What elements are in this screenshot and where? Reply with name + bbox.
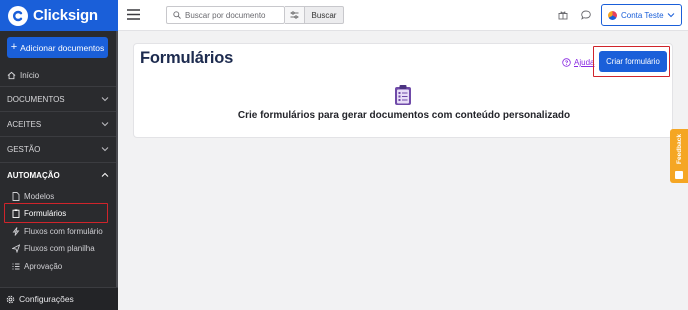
feedback-tab[interactable]: Feedback <box>670 129 688 183</box>
sidebar-item-settings[interactable]: Configurações <box>0 287 118 310</box>
feedback-label: Feedback <box>675 134 683 164</box>
sidebar-item-label: Aprovação <box>24 261 63 271</box>
sidebar: Clicksign + Adicionar documentos Início … <box>0 0 118 310</box>
chevron-down-icon <box>101 97 109 102</box>
page-title: Formulários <box>140 49 234 67</box>
home-icon <box>7 71 16 79</box>
clicksign-logo-icon <box>8 5 28 26</box>
divider <box>0 136 118 137</box>
bolt-icon <box>12 226 20 236</box>
chat-bubble-icon[interactable] <box>581 10 591 20</box>
plus-icon: + <box>10 41 18 53</box>
help-link[interactable]: Ajuda <box>562 58 594 67</box>
sidebar-section-documentos[interactable]: DOCUMENTOS <box>0 92 118 106</box>
sidebar-section-automacao[interactable]: AUTOMAÇÃO <box>0 168 118 182</box>
sidebar-item-fluxos-planilha[interactable]: Fluxos com planilha <box>12 241 112 255</box>
document-icon <box>12 191 20 201</box>
hamburger-menu-icon[interactable] <box>127 9 140 20</box>
form-clipboard-illustration-icon <box>395 85 411 105</box>
help-label: Ajuda <box>574 58 595 67</box>
search-button[interactable]: Buscar <box>305 6 344 24</box>
chevron-up-icon <box>101 172 109 177</box>
search-input[interactable]: Buscar por documento <box>166 6 285 24</box>
sidebar-item-label: Modelos <box>24 191 55 201</box>
feedback-icon <box>675 171 683 179</box>
account-label: Conta Teste <box>621 10 664 20</box>
help-circle-icon <box>562 58 571 67</box>
account-switcher[interactable]: Conta Teste <box>601 4 682 26</box>
sidebar-item-label: Fluxos com formulário <box>24 226 103 236</box>
section-label: GESTÃO <box>7 144 41 154</box>
gear-icon <box>6 295 15 303</box>
sidebar-home-label: Início <box>20 70 40 80</box>
chevron-down-icon <box>101 122 109 127</box>
chevron-down-icon <box>101 147 109 152</box>
brand-header[interactable]: Clicksign <box>0 0 118 31</box>
brand-name: Clicksign <box>33 7 98 24</box>
account-avatar-icon <box>608 10 617 20</box>
section-label: AUTOMAÇÃO <box>7 170 60 180</box>
sidebar-scrollbar[interactable] <box>116 31 118 287</box>
divider <box>0 162 118 163</box>
section-label: ACEITES <box>7 119 42 129</box>
add-documents-button[interactable]: + Adicionar documentos <box>7 37 108 58</box>
gift-icon[interactable] <box>558 10 568 20</box>
highlight-box <box>4 203 108 223</box>
highlight-box <box>593 46 670 77</box>
divider <box>0 86 118 87</box>
section-label: DOCUMENTOS <box>7 94 65 104</box>
sidebar-item-home[interactable]: Início <box>0 68 118 82</box>
sidebar-section-gestao[interactable]: GESTÃO <box>0 142 118 156</box>
chevron-down-icon <box>667 13 675 18</box>
search-placeholder: Buscar por documento <box>185 10 266 20</box>
filter-button[interactable] <box>285 6 305 24</box>
sidebar-item-label: Fluxos com planilha <box>24 243 95 253</box>
sidebar-item-fluxos-formulario[interactable]: Fluxos com formulário <box>12 224 112 238</box>
list-icon <box>12 263 20 269</box>
send-icon <box>12 243 20 253</box>
top-bar: Buscar por documento Buscar Conta Teste <box>118 0 688 31</box>
add-documents-label: Adicionar documentos <box>20 42 105 53</box>
empty-state-message: Crie formulários para gerar documentos c… <box>237 110 571 121</box>
forms-card: Formulários Ajuda Criar formulário Crie … <box>133 43 673 138</box>
divider <box>0 111 118 112</box>
filter-sliders-icon <box>290 11 299 19</box>
search-icon <box>173 11 181 19</box>
sidebar-item-aprovacao[interactable]: Aprovação <box>12 259 112 273</box>
sidebar-item-modelos[interactable]: Modelos <box>12 189 112 203</box>
settings-label: Configurações <box>19 294 74 304</box>
sidebar-section-aceites[interactable]: ACEITES <box>0 117 118 131</box>
